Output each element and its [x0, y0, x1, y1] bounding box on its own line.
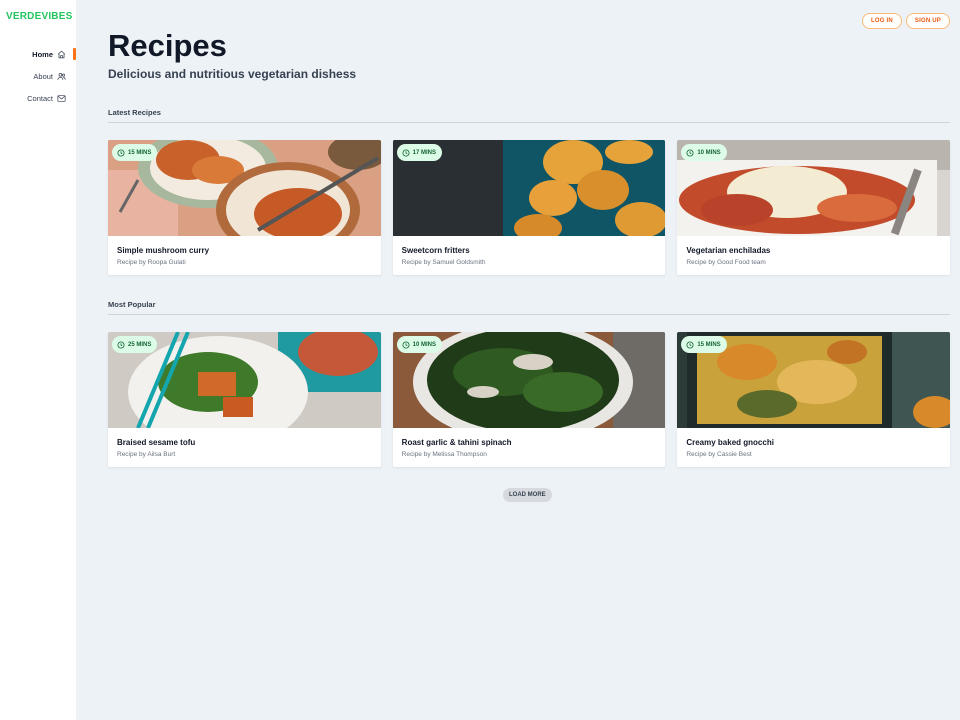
sidebar-item-home[interactable]: Home — [0, 47, 76, 61]
cook-time-label: 17 MINS — [412, 149, 437, 156]
sidebar-nav: Home About Contact — [0, 47, 76, 113]
recipe-title[interactable]: Braised sesame tofu — [117, 438, 195, 447]
recipe-card[interactable]: 15 MINS Creamy baked gnocchi Recipe by C… — [677, 332, 951, 467]
cook-time-label: 25 MINS — [128, 341, 152, 348]
page-subtitle: Delicious and nutritious vegetarian dish… — [108, 67, 357, 81]
recipe-author: Recipe by Roopa Gulati — [117, 259, 186, 266]
recipe-card[interactable]: 10 MINS Roast garlic & tahini spinach Re… — [392, 332, 666, 467]
login-button[interactable]: LOG IN — [862, 13, 902, 29]
sidebar: VERDEVIBES Home About Contact — [0, 0, 76, 720]
recipe-image: 17 MINS — [392, 140, 666, 236]
cook-time-badge: 17 MINS — [396, 144, 443, 161]
cook-time-badge: 15 MINS — [681, 336, 727, 353]
load-more-button[interactable]: LOAD MORE — [503, 488, 552, 502]
users-icon — [57, 72, 66, 80]
recipe-card[interactable]: 17 MINS Sweetcorn fritters Recipe by Sam… — [392, 140, 666, 275]
cook-time-badge: 10 MINS — [396, 336, 443, 353]
recipe-author: Recipe by Cassie Best — [686, 451, 752, 458]
popular-recipes-grid: 25 MINS Braised sesame tofu Recipe by Ai… — [108, 332, 951, 467]
recipe-card[interactable]: 10 MINS Vegetarian enchiladas Recipe by … — [677, 140, 951, 275]
recipe-card[interactable]: 15 MINS Simple mushroom curry Recipe by … — [108, 140, 381, 275]
recipe-author: Recipe by Samuel Goldsmith — [401, 259, 486, 266]
main-content: LOG IN SIGN UP Recipes Delicious and nut… — [76, 0, 960, 720]
clock-icon — [402, 149, 410, 156]
cook-time-badge: 25 MINS — [112, 336, 158, 353]
cook-time-label: 15 MINS — [128, 149, 152, 156]
signup-button[interactable]: SIGN UP — [905, 13, 950, 29]
home-icon — [57, 50, 66, 58]
sidebar-item-label: Contact — [27, 93, 53, 103]
cook-time-label: 15 MINS — [697, 341, 721, 348]
recipe-author: Recipe by Ailsa Burt — [117, 451, 176, 458]
auth-buttons: LOG IN SIGN UP — [862, 13, 950, 29]
section-heading-popular: Most Popular — [108, 300, 950, 315]
page-title: Recipes — [108, 28, 227, 63]
recipe-title[interactable]: Roast garlic & tahini spinach — [402, 438, 512, 447]
recipe-author: Recipe by Good Food team — [686, 259, 766, 266]
latest-recipes-grid: 15 MINS Simple mushroom curry Recipe by … — [108, 140, 951, 275]
recipe-image: 10 MINS — [677, 140, 951, 236]
recipe-card[interactable]: 25 MINS Braised sesame tofu Recipe by Ai… — [108, 332, 381, 467]
cook-time-badge: 10 MINS — [681, 144, 727, 161]
recipe-title[interactable]: Creamy baked gnocchi — [686, 438, 774, 447]
recipe-image: 15 MINS — [677, 332, 951, 428]
clock-icon — [686, 149, 694, 156]
cook-time-label: 10 MINS — [697, 149, 721, 156]
clock-icon — [117, 149, 125, 156]
clock-icon — [686, 341, 694, 348]
mail-icon — [57, 94, 66, 102]
recipe-title[interactable]: Simple mushroom curry — [117, 246, 209, 255]
sidebar-item-label: Home — [32, 49, 53, 59]
recipe-image: 25 MINS — [108, 332, 381, 428]
sidebar-item-about[interactable]: About — [0, 69, 76, 83]
clock-icon — [117, 341, 125, 348]
sidebar-item-label: About — [33, 71, 53, 81]
sidebar-item-contact[interactable]: Contact — [0, 91, 76, 105]
brand-logo[interactable]: VERDEVIBES — [6, 11, 72, 22]
recipe-author: Recipe by Melissa Thompson — [401, 451, 487, 458]
cook-time-label: 10 MINS — [412, 341, 437, 348]
recipe-title[interactable]: Vegetarian enchiladas — [686, 246, 770, 255]
recipe-image: 10 MINS — [392, 332, 666, 428]
clock-icon — [402, 341, 410, 348]
recipe-title[interactable]: Sweetcorn fritters — [402, 246, 470, 255]
recipe-image: 15 MINS — [108, 140, 381, 236]
section-heading-latest: Latest Recipes — [108, 108, 950, 123]
cook-time-badge: 15 MINS — [112, 144, 158, 161]
